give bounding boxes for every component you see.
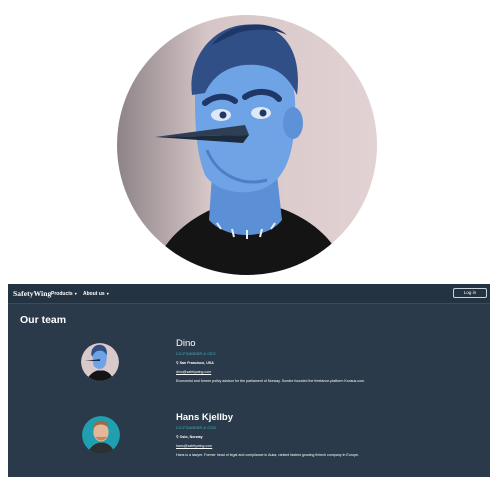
member-name: Hans Kjellby — [176, 412, 234, 423]
nav-products-label: Products — [51, 291, 73, 297]
chevron-down-icon: ▾ — [105, 291, 109, 296]
member-email-link[interactable]: dino@safetywing.com — [176, 370, 211, 374]
member-email-link[interactable]: hans@safetywing.com — [176, 444, 212, 448]
hero-avatar-illustration — [117, 15, 377, 275]
member-name: Dino — [176, 338, 196, 349]
member-bio: Hans is a lawyer. Former head of legal a… — [176, 453, 359, 457]
member-role: CO-FOUNDER & COO — [176, 426, 217, 430]
member-location: ⚲ Oslo, Norway — [176, 435, 203, 439]
section-title: Our team — [20, 314, 67, 326]
login-button[interactable]: Log in — [453, 288, 487, 298]
member-bio: Economist and former policy advisor for … — [176, 379, 366, 383]
nav-products[interactable]: Products ▾ — [51, 291, 77, 297]
member-location-text: San Francisco, USA — [179, 361, 214, 365]
nav-about-us[interactable]: About us ▾ — [83, 291, 109, 297]
member-location: ⚲ San Francisco, USA — [176, 361, 214, 365]
nav-about-label: About us — [83, 291, 105, 297]
member-location-text: Oslo, Norway — [179, 435, 203, 439]
member-avatar — [81, 343, 119, 381]
top-navigation-bar: SafetyWing Products ▾ About us ▾ Log in — [8, 284, 490, 304]
team-page: SafetyWing Products ▾ About us ▾ Log in … — [8, 284, 490, 477]
chevron-down-icon: ▾ — [73, 291, 77, 296]
site-logo[interactable]: SafetyWing — [13, 289, 51, 298]
member-avatar — [82, 416, 120, 454]
member-role: CO-FOUNDER & CEO — [176, 352, 216, 356]
